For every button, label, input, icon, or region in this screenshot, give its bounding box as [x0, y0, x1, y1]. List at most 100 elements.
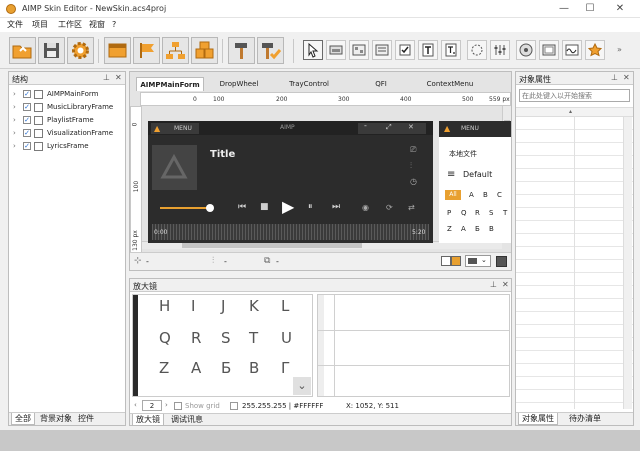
scroll-text-tool-button[interactable]: [441, 40, 461, 60]
wave-tool-button[interactable]: [562, 40, 582, 60]
stop-icon[interactable]: ■: [260, 202, 269, 212]
hierarchy-button[interactable]: [162, 37, 189, 64]
star-tool-button[interactable]: [585, 40, 605, 60]
tab-context-menu[interactable]: ContextMenu: [414, 77, 486, 91]
label-tool-button[interactable]: [418, 40, 438, 60]
radio-icon[interactable]: ◉: [362, 203, 369, 212]
magnifier-view[interactable]: H I J K L Q R S T U Z A Б B Г ⌄: [132, 294, 313, 397]
checkbox-tool-button[interactable]: [395, 40, 415, 60]
previous-icon[interactable]: ⏮: [238, 202, 246, 212]
circle-tool-button[interactable]: [467, 40, 487, 60]
alpha-filter-all[interactable]: All: [445, 190, 461, 200]
align-dropdown[interactable]: -: [224, 257, 227, 266]
copy-icon[interactable]: ⧉: [264, 256, 270, 266]
snap-dropdown[interactable]: -: [146, 257, 149, 266]
play-icon[interactable]: ▶: [282, 197, 294, 216]
menu-file[interactable]: 文件: [4, 19, 26, 31]
package-button[interactable]: [191, 37, 218, 64]
menu-window[interactable]: 视窗: [86, 19, 108, 31]
checkbox[interactable]: ✓: [23, 129, 31, 137]
skin-preview-playlist[interactable]: ▲ MENU 本地文件 ≡ Default All A B C P Q R S …: [439, 121, 511, 243]
pin-icon[interactable]: ⊥: [611, 73, 618, 82]
tab-debug-messages[interactable]: 调试讯息: [168, 414, 206, 426]
open-project-button[interactable]: [9, 37, 36, 64]
magnifier-grid-view[interactable]: [317, 294, 510, 397]
disc-tool-button[interactable]: [516, 40, 536, 60]
tab-all[interactable]: 全部: [11, 413, 35, 425]
toolbar-overflow-icon[interactable]: »: [617, 45, 622, 54]
image-tool-button[interactable]: [326, 40, 346, 60]
alpha-letter[interactable]: T: [503, 209, 507, 217]
expand-arrow-icon[interactable]: ›: [13, 129, 16, 137]
alpha-letter[interactable]: R: [475, 209, 480, 217]
alpha-letter[interactable]: B: [489, 225, 494, 233]
chevron-right-icon[interactable]: ›: [165, 401, 168, 409]
pause-icon[interactable]: ⏸: [308, 202, 313, 212]
snap-icon[interactable]: ⊹: [134, 256, 142, 266]
checkbox[interactable]: ✓: [23, 103, 31, 111]
tab-magnifier[interactable]: 放大镜: [132, 414, 164, 426]
clock-icon[interactable]: ◷: [410, 177, 417, 186]
local-files-tab[interactable]: 本地文件: [449, 149, 477, 159]
scrollbar-thumb[interactable]: [182, 243, 362, 248]
expand-arrow-icon[interactable]: ›: [13, 103, 16, 111]
flag-button[interactable]: [133, 37, 160, 64]
save-button[interactable]: [38, 37, 65, 64]
copy-dropdown[interactable]: -: [276, 257, 279, 266]
tree-item[interactable]: › ✓ MusicLibraryFrame: [13, 101, 123, 114]
settings-button[interactable]: [67, 37, 94, 64]
repeat-icon[interactable]: ⟳: [386, 203, 393, 212]
chevron-left-icon[interactable]: ‹: [134, 401, 137, 409]
property-grid-header[interactable]: ▴: [516, 107, 633, 117]
alpha-letter[interactable]: A: [469, 191, 474, 199]
property-grid[interactable]: [516, 117, 633, 409]
volume-slider-thumb[interactable]: [206, 204, 214, 212]
tree-item[interactable]: › ✓ VisualizationFrame: [13, 127, 123, 140]
tab-drop-wheel[interactable]: DropWheel: [208, 77, 270, 91]
menu-workspace[interactable]: 工作区: [55, 19, 85, 31]
tree-item[interactable]: › ✓ PlaylistFrame: [13, 114, 123, 127]
dark-color-swatch[interactable]: [496, 256, 507, 267]
expand-arrow-icon[interactable]: ›: [13, 90, 16, 98]
highlight-color-swatch[interactable]: [451, 256, 461, 266]
alpha-letter[interactable]: Б: [475, 225, 480, 233]
property-search-input[interactable]: [519, 89, 630, 102]
expand-arrow-icon[interactable]: ›: [13, 116, 16, 124]
volume-slider[interactable]: [160, 207, 210, 209]
checkbox[interactable]: ✓: [23, 142, 31, 150]
tab-controls[interactable]: 控件: [75, 413, 97, 425]
next-icon[interactable]: ⏭: [332, 202, 340, 212]
build-button[interactable]: [228, 37, 255, 64]
tab-tray-control[interactable]: TrayControl: [276, 77, 342, 91]
alpha-letter[interactable]: Q: [461, 209, 467, 217]
hamburger-icon[interactable]: ≡: [447, 169, 455, 180]
form-button[interactable]: [104, 37, 131, 64]
background-color-swatch[interactable]: [441, 256, 451, 266]
alpha-letter[interactable]: P: [447, 209, 451, 217]
alpha-letter[interactable]: S: [489, 209, 493, 217]
show-grid-checkbox[interactable]: [174, 402, 182, 410]
waveform-seekbar[interactable]: [152, 224, 429, 240]
alpha-letter[interactable]: A: [461, 225, 466, 233]
equalizer-icon[interactable]: ⫶: [410, 161, 412, 171]
align-icon[interactable]: ⫶: [212, 256, 214, 266]
panel-close-icon[interactable]: ✕: [623, 73, 630, 82]
shuffle-icon[interactable]: ⇄: [408, 203, 415, 212]
checkbox[interactable]: ✓: [23, 116, 31, 124]
text-image-tool-button[interactable]: [372, 40, 392, 60]
maximize-button[interactable]: ☐: [583, 2, 597, 16]
menu-help[interactable]: ?: [109, 19, 119, 31]
pin-icon[interactable]: ⊥: [103, 73, 110, 82]
panel-close-icon[interactable]: ✕: [115, 73, 122, 82]
close-button[interactable]: ✕: [613, 2, 627, 16]
tab-background-objects[interactable]: 背景对象: [37, 413, 75, 425]
panel-close-icon[interactable]: ✕: [502, 280, 509, 289]
build-run-button[interactable]: [257, 37, 284, 64]
alpha-letter[interactable]: Z: [447, 225, 452, 233]
tab-object-properties[interactable]: 对象属性: [518, 413, 558, 425]
checkbox[interactable]: ✓: [23, 90, 31, 98]
pin-icon[interactable]: ⊥: [490, 280, 497, 289]
skin-preview-main[interactable]: ▲ MENU AIMP - ⤢ ✕ Title ⎚ ⫶ ◷ ⏮ ■ ▶ ⏸ ⏭ …: [148, 121, 433, 243]
monitor-icon[interactable]: ⎚: [410, 145, 416, 155]
slider-tool-button[interactable]: [490, 40, 510, 60]
